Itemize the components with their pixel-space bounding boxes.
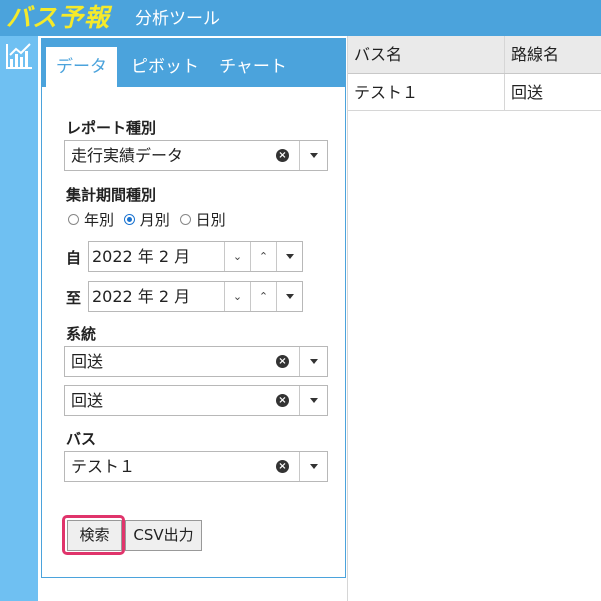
- app-header: バス予報 分析ツール: [0, 0, 601, 36]
- table-row[interactable]: テスト１ 回送: [348, 74, 601, 111]
- radio-circle-checked: [123, 214, 135, 225]
- radio-circle: [179, 214, 191, 225]
- from-date-input[interactable]: 2022 年 2 月 ⌄ ⌃: [88, 241, 303, 272]
- search-button[interactable]: 検索: [67, 520, 122, 551]
- csv-export-button[interactable]: CSV出力: [125, 520, 202, 551]
- bus-combobox[interactable]: テスト１ ×: [64, 451, 328, 482]
- radio-daily[interactable]: 日別: [179, 209, 226, 230]
- left-rail: [0, 36, 38, 601]
- bus-value: テスト１: [71, 457, 136, 476]
- results-grid: バス名 路線名 テスト１ 回送: [347, 36, 601, 601]
- app-subtitle: 分析ツール: [135, 9, 220, 29]
- clear-icon[interactable]: ×: [276, 460, 289, 473]
- tab-data[interactable]: データ: [46, 47, 117, 87]
- chevron-down-icon[interactable]: [276, 282, 302, 311]
- chevron-down-icon[interactable]: [299, 386, 327, 415]
- to-label: 至: [66, 289, 82, 307]
- chevron-down-icon[interactable]: [299, 141, 327, 170]
- report-type-label: レポート種別: [66, 119, 157, 137]
- chevron-down-icon[interactable]: [299, 452, 327, 481]
- to-date-value: 2022 年 2 月: [92, 287, 191, 306]
- route-label: 系統: [66, 325, 97, 343]
- chevron-down-icon[interactable]: [299, 347, 327, 376]
- decrement-icon[interactable]: ⌄: [224, 242, 250, 271]
- route-combobox-1[interactable]: 回送 ×: [64, 346, 328, 377]
- column-header-route-name[interactable]: 路線名: [505, 36, 601, 73]
- radio-yearly-label: 年別: [84, 211, 115, 229]
- clear-icon[interactable]: ×: [276, 355, 289, 368]
- radio-monthly[interactable]: 月別: [123, 209, 170, 230]
- decrement-icon[interactable]: ⌄: [224, 282, 250, 311]
- report-type-combobox[interactable]: 走行実績データ ×: [64, 140, 328, 171]
- radio-yearly[interactable]: 年別: [68, 209, 114, 230]
- bus-label: バス: [66, 430, 97, 448]
- from-label: 自: [66, 249, 82, 267]
- radio-monthly-label: 月別: [139, 211, 170, 229]
- cell-bus-name: テスト１: [348, 74, 505, 110]
- chevron-down-icon[interactable]: [276, 242, 302, 271]
- radio-circle: [68, 214, 79, 225]
- filter-panel: データ ピボット チャート レポート種別 走行実績データ × 集計期間種別 年別…: [41, 38, 346, 578]
- period-type-label: 集計期間種別: [66, 186, 157, 204]
- radio-daily-label: 日別: [195, 211, 226, 229]
- tab-pivot[interactable]: ピボット: [125, 47, 205, 87]
- to-date-input[interactable]: 2022 年 2 月 ⌄ ⌃: [88, 281, 303, 312]
- route-combobox-2[interactable]: 回送 ×: [64, 385, 328, 416]
- from-date-value: 2022 年 2 月: [92, 247, 191, 266]
- clear-icon[interactable]: ×: [276, 394, 289, 407]
- column-header-bus-name[interactable]: バス名: [348, 36, 505, 73]
- app-logo: バス予報: [6, 3, 111, 32]
- report-type-value: 走行実績データ: [71, 146, 184, 165]
- increment-icon[interactable]: ⌃: [250, 282, 276, 311]
- grid-header: バス名 路線名: [348, 36, 601, 74]
- increment-icon[interactable]: ⌃: [250, 242, 276, 271]
- route-value-1: 回送: [71, 352, 104, 371]
- period-type-radio-group: 年別 月別 日別: [68, 209, 231, 230]
- tab-bar: データ ピボット チャート: [42, 39, 345, 87]
- route-value-2: 回送: [71, 391, 104, 410]
- cell-route-name: 回送: [511, 83, 544, 102]
- tab-chart[interactable]: チャート: [213, 47, 293, 87]
- clear-icon[interactable]: ×: [276, 149, 289, 162]
- chart-icon[interactable]: [4, 41, 34, 71]
